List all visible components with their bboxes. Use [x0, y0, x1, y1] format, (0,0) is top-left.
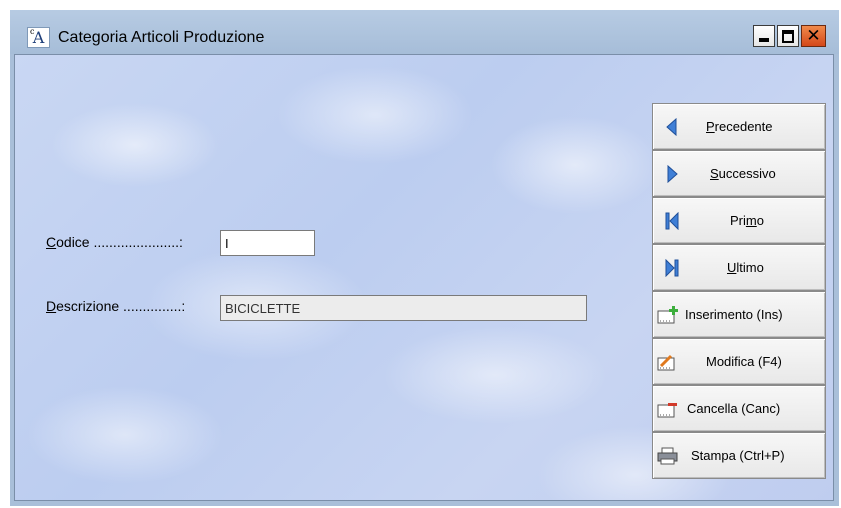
minimize-button[interactable]	[753, 25, 775, 47]
arrow-left-icon	[666, 118, 677, 136]
window: cA Categoria Articoli Produzione ✕ Codic…	[10, 10, 839, 506]
close-button[interactable]: ✕	[801, 25, 826, 47]
stampa-button[interactable]: Stampa (Ctrl+P)	[652, 432, 826, 479]
primo-label: Primo	[730, 213, 764, 228]
stampa-label: Stampa (Ctrl+P)	[691, 448, 785, 463]
codice-input[interactable]	[220, 230, 315, 256]
successivo-button[interactable]: Successivo	[652, 150, 826, 197]
inserimento-button[interactable]: Inserimento (Ins)	[652, 291, 826, 338]
arrow-right-icon	[667, 165, 678, 183]
primo-button[interactable]: Primo	[652, 197, 826, 244]
window-title: Categoria Articoli Produzione	[58, 29, 265, 46]
precedente-button[interactable]: Precedente	[652, 103, 826, 150]
maximize-button[interactable]	[777, 25, 799, 47]
precedente-label: Precedente	[706, 119, 773, 134]
close-icon: ✕	[806, 26, 821, 46]
printer-icon	[657, 447, 678, 465]
title-bar[interactable]: cA Categoria Articoli Produzione ✕	[10, 10, 839, 54]
descrizione-label: Descrizione ...............:	[46, 298, 186, 314]
cancella-label: Cancella (Canc)	[687, 401, 781, 416]
modifica-button[interactable]: Modifica (F4)	[652, 338, 826, 385]
ultimo-button[interactable]: Ultimo	[652, 244, 826, 291]
app-letter-a-icon[interactable]: cA	[27, 27, 50, 48]
modifica-label: Modifica (F4)	[706, 354, 782, 369]
inserimento-label: Inserimento (Ins)	[685, 307, 783, 322]
insert-record-icon	[657, 306, 678, 324]
descrizione-input[interactable]	[220, 295, 587, 321]
ultimo-label: Ultimo	[727, 260, 764, 275]
last-record-icon	[665, 259, 679, 277]
codice-label: Codice ......................:	[46, 234, 183, 250]
successivo-label: Successivo	[710, 166, 776, 181]
first-record-icon	[665, 212, 679, 230]
form-area: Codice ......................: Descrizio…	[14, 54, 834, 501]
edit-record-icon	[657, 354, 675, 371]
cancella-button[interactable]: Cancella (Canc)	[652, 385, 826, 432]
delete-record-icon	[657, 403, 677, 418]
